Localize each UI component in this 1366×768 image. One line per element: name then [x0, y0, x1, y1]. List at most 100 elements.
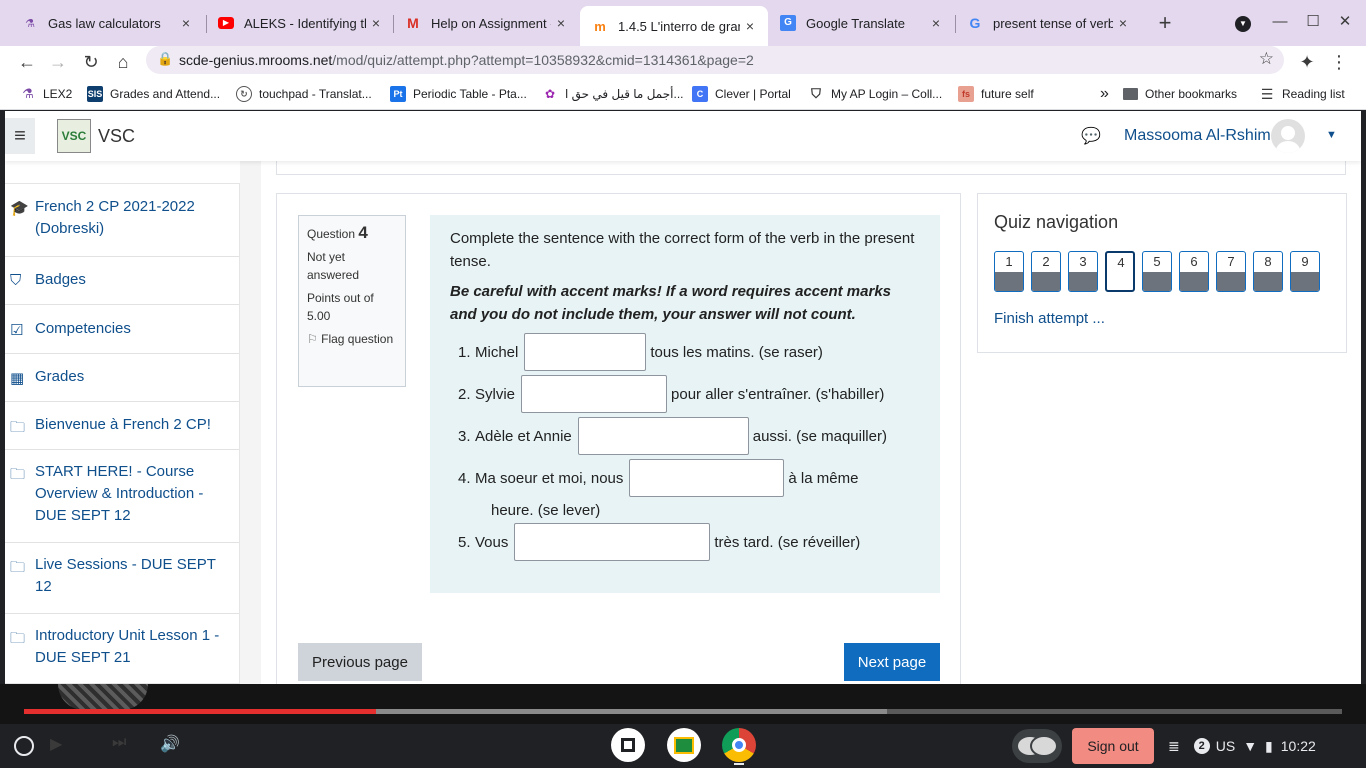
tab-gmail[interactable]: M Help on Assignment - a × [393, 8, 579, 38]
quiz-nav-button-4[interactable]: 4 [1105, 251, 1135, 292]
tab-present-tense[interactable]: G present tense of verb in × [955, 8, 1141, 38]
quiz-nav-button-7[interactable]: 7 [1216, 251, 1246, 292]
drawer-item-competencies[interactable]: ☑ Competencies [5, 305, 239, 354]
reading-list[interactable]: ☰ Reading list [1259, 84, 1345, 104]
item-before: Adèle et Annie [475, 427, 572, 445]
bookmark-touchpad[interactable]: ↻ touchpad - Translat... [236, 84, 372, 104]
answer-input-5[interactable] [514, 523, 711, 561]
tab-aleks[interactable]: ▶ ALEKS - Identifying the × [206, 8, 394, 38]
answer-input-4[interactable] [629, 459, 785, 497]
graduation-cap-icon: 🎓 [10, 200, 29, 217]
bookmark-lex2[interactable]: ⚗ LEX2 [20, 84, 72, 104]
close-icon[interactable]: × [366, 13, 386, 33]
answer-input-3[interactable] [577, 417, 749, 455]
sign-out-button[interactable]: Sign out [1072, 728, 1154, 764]
site-icon: ✿ [544, 87, 556, 101]
home-icon[interactable]: ⌂ [110, 49, 136, 75]
next-page-button[interactable]: Next page [844, 643, 940, 681]
quiz-nav-state [1217, 272, 1245, 291]
url-host: scde-genius.mrooms.net [179, 52, 333, 68]
quiz-nav-button-2[interactable]: 2 [1031, 251, 1061, 292]
quiz-nav-button-8[interactable]: 8 [1253, 251, 1283, 292]
quiz-nav-button-9[interactable]: 9 [1290, 251, 1320, 292]
lock-icon[interactable]: 🔒 [157, 51, 173, 67]
quiz-nav-button-3[interactable]: 3 [1068, 251, 1098, 292]
qr-scanner-app-icon[interactable] [611, 728, 645, 762]
bookmark-future-self[interactable]: fs future self [958, 84, 1034, 104]
drawer-item-label: Bienvenue à French 2 CP! [35, 416, 211, 433]
url-text[interactable]: scde-genius.mrooms.net/mod/quiz/attempt.… [179, 52, 754, 68]
new-tab-button[interactable]: + [1153, 12, 1177, 36]
close-icon[interactable]: × [740, 16, 760, 36]
close-icon[interactable]: × [926, 13, 946, 33]
drawer-item-badges[interactable]: ⛉ Badges [5, 257, 239, 305]
video-player-strip [0, 684, 1366, 724]
window-close-icon[interactable]: ✕ [1333, 10, 1357, 34]
launcher-icon[interactable] [14, 736, 34, 756]
chevron-down-icon[interactable]: ▼ [1326, 129, 1337, 141]
messages-icon[interactable]: 💬 [1081, 126, 1101, 146]
forward-icon[interactable]: → [45, 49, 71, 75]
drawer-item-grades[interactable]: ▦ Grades [5, 354, 239, 402]
quiz-nav-number: 5 [1153, 254, 1161, 269]
bookmark-periodic-table[interactable]: Pt Periodic Table - Pta... [390, 84, 527, 104]
reload-icon[interactable]: ↻ [78, 49, 104, 75]
bookmark-arabic[interactable]: ✿ أجمل ما قيل في حق ا... [542, 84, 684, 104]
more-bookmarks-chevron-icon[interactable]: » [1100, 84, 1109, 104]
back-icon[interactable]: ← [14, 49, 40, 75]
drawer-item-live-sessions[interactable]: 🗀 Live Sessions - DUE SEPT 12 [5, 543, 239, 614]
tab-quiz-active[interactable]: m 1.4.5 L'interro de gram × [580, 6, 768, 46]
status-tray[interactable]: ≣ 2 US ▼ ▮ 10:22 [1168, 734, 1316, 758]
user-name[interactable]: Massooma Al-Rshim [1124, 127, 1271, 145]
close-icon[interactable]: × [1113, 13, 1133, 33]
ptable-icon: Pt [390, 86, 406, 102]
drawer-item-bienvenue[interactable]: 🗀 Bienvenue à French 2 CP! [5, 402, 239, 450]
quiz-nav-state [1069, 272, 1097, 291]
chrome-icon[interactable] [722, 728, 756, 762]
quiz-nav-button-1[interactable]: 1 [994, 251, 1024, 292]
close-icon[interactable]: × [176, 13, 196, 33]
avatar[interactable] [1271, 119, 1305, 153]
close-icon[interactable]: × [551, 13, 571, 33]
flag-question[interactable]: ⚐ Flag question [307, 330, 397, 348]
quiz-nav-number: 9 [1301, 254, 1309, 269]
quiz-navigation-block: Quiz navigation 1 2 3 4 5 6 7 8 9 Finish… [977, 193, 1347, 353]
wifi-icon: ▼ [1243, 738, 1258, 754]
drawer-item-intro-unit[interactable]: 🗀 Introductory Unit Lesson 1 - DUE SEPT … [5, 614, 239, 684]
extensions-icon[interactable]: ✦ [1294, 49, 1320, 75]
site-name[interactable]: VSC [98, 126, 135, 147]
drawer-item-start-here[interactable]: 🗀 START HERE! - Course Overview & Introd… [5, 450, 239, 543]
bookmark-other[interactable]: Other bookmarks [1123, 84, 1237, 104]
tab-search-icon[interactable]: ▼ [1231, 10, 1255, 34]
course-nav-drawer: 🎓 French 2 CP 2021-2022 (Dobreski) ⛉ Bad… [5, 183, 240, 684]
flask-icon: ⚗ [25, 17, 35, 30]
drawer-item-course[interactable]: 🎓 French 2 CP 2021-2022 (Dobreski) [5, 184, 239, 257]
site-logo[interactable]: VSC [57, 119, 91, 153]
google-classroom-icon[interactable] [667, 728, 701, 762]
item-number: 2. [458, 385, 471, 403]
previous-page-button[interactable]: Previous page [298, 643, 422, 681]
minimize-icon[interactable]: — [1268, 10, 1292, 34]
tab-gas-law[interactable]: ⚗ Gas law calculators × [10, 8, 204, 38]
quiz-nav-button-6[interactable]: 6 [1179, 251, 1209, 292]
youtube-icon: ▶ [218, 15, 234, 31]
answer-input-1[interactable] [524, 333, 647, 371]
bookmark-clever[interactable]: C Clever | Portal [692, 84, 791, 104]
bookmark-grades-attend[interactable]: SIS Grades and Attend... [87, 84, 220, 104]
address-bar[interactable]: 🔒 scde-genius.mrooms.net/mod/quiz/attemp… [146, 46, 1284, 74]
quiz-nav-state [1180, 272, 1208, 291]
holding-space[interactable] [1012, 729, 1062, 763]
finish-attempt-link[interactable]: Finish attempt ... [994, 310, 1105, 327]
bookmark-ap-login[interactable]: ⛉ My AP Login – Coll... [808, 84, 942, 104]
hamburger-menu-icon[interactable]: ≡ [5, 118, 35, 154]
bookmark-star-icon[interactable]: ☆ [1259, 49, 1274, 69]
quiz-nav-number: 1 [1005, 254, 1013, 269]
quiz-nav-button-5[interactable]: 5 [1142, 251, 1172, 292]
maximize-icon[interactable]: ☐ [1301, 10, 1325, 34]
tab-title: ALEKS - Identifying the [244, 15, 366, 31]
tab-google-translate[interactable]: G Google Translate × [768, 8, 954, 38]
item-after: très tard. (se réveiller) [714, 533, 861, 551]
menu-kebab-icon[interactable]: ⋮ [1326, 49, 1352, 75]
answer-input-2[interactable] [521, 375, 668, 413]
flask-icon: ⚗ [22, 86, 34, 101]
